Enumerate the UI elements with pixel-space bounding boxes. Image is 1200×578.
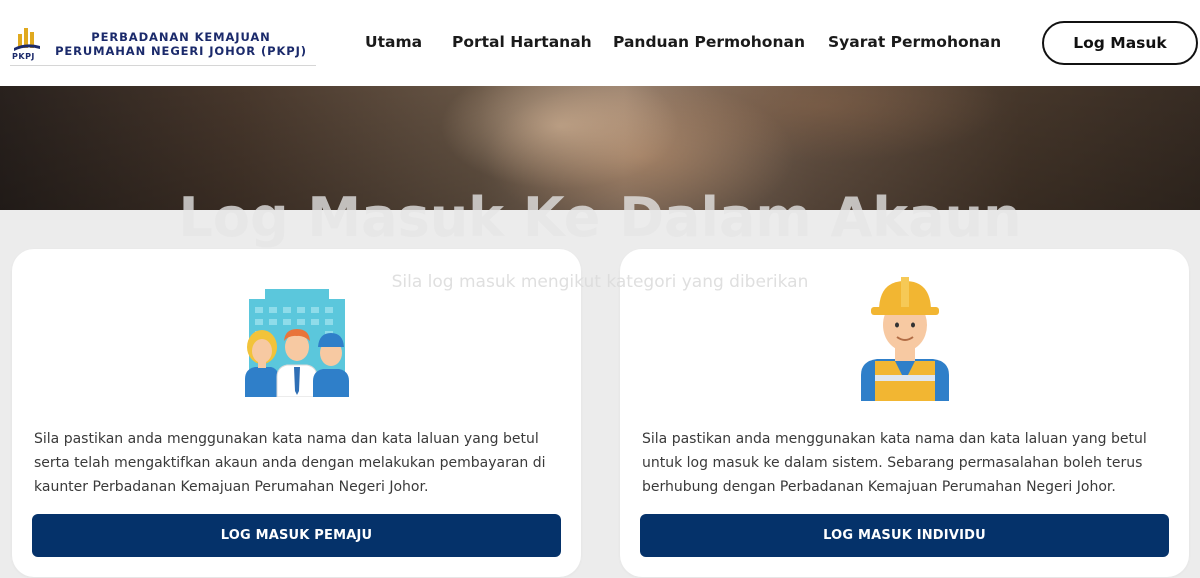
nav-panduan-permohonan[interactable]: Panduan Permohonan bbox=[613, 33, 805, 51]
page-title: Log Masuk Ke Dalam Akaun bbox=[178, 186, 1022, 249]
logo-abbreviation: PKPJ bbox=[12, 52, 35, 61]
individual-login-card: Sila pastikan anda menggunakan kata nama… bbox=[620, 249, 1189, 577]
nav-portal-hartanah[interactable]: Portal Hartanah bbox=[452, 33, 592, 51]
site-header: PERBADANAN KEMAJUAN PERUMAHAN NEGERI JOH… bbox=[0, 0, 1200, 86]
construction-worker-icon bbox=[861, 277, 949, 401]
individual-login-button[interactable]: LOG MASUK INDIVIDU bbox=[640, 514, 1169, 557]
developer-login-card: Sila pastikan anda menggunakan kata nama… bbox=[12, 249, 581, 577]
developer-login-button[interactable]: LOG MASUK PEMAJU bbox=[32, 514, 561, 557]
nav-utama[interactable]: Utama bbox=[365, 33, 422, 51]
header-login-button[interactable]: Log Masuk bbox=[1042, 21, 1198, 65]
nav-syarat-permohonan[interactable]: Syarat Permohonan bbox=[828, 33, 1001, 51]
pkpj-logo[interactable]: PERBADANAN KEMAJUAN PERUMAHAN NEGERI JOH… bbox=[10, 24, 316, 66]
page-subtitle: Sila log masuk mengikut kategori yang di… bbox=[391, 272, 809, 292]
developer-login-instructions: Sila pastikan anda menggunakan kata nama… bbox=[34, 431, 546, 495]
business-team-icon bbox=[245, 289, 349, 397]
individual-login-instructions: Sila pastikan anda menggunakan kata nama… bbox=[642, 431, 1147, 495]
org-name: PERBADANAN KEMAJUAN PERUMAHAN NEGERI JOH… bbox=[55, 30, 307, 58]
